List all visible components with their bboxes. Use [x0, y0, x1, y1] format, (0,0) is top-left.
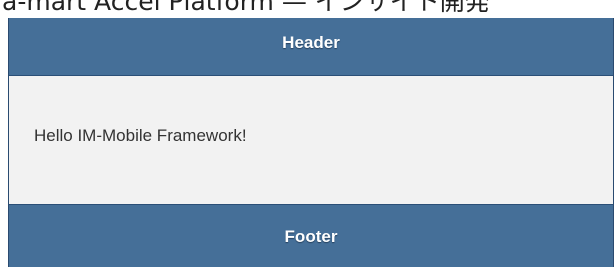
- page: a-mart Accel Platform — インサイト開発 Header H…: [0, 0, 616, 267]
- header-bar: Header: [9, 18, 613, 76]
- header-title: Header: [282, 33, 340, 52]
- top-caption: a-mart Accel Platform — インサイト開発: [2, 0, 490, 16]
- footer-title: Footer: [284, 227, 338, 246]
- footer-bar: Footer: [9, 204, 613, 267]
- content-area: Hello IM-Mobile Framework!: [9, 76, 613, 204]
- content-text: Hello IM-Mobile Framework!: [34, 126, 247, 145]
- mobile-frame: Header Hello IM-Mobile Framework! Footer: [8, 18, 614, 267]
